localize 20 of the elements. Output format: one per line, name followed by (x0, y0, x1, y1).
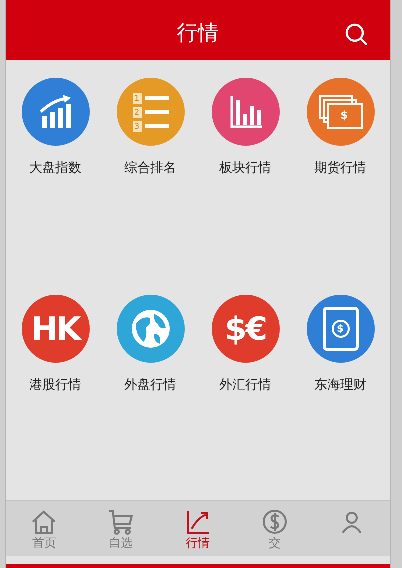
rank-number: 1 (132, 92, 142, 104)
icon-letters: $€ (224, 313, 266, 345)
icon-letters: HK (31, 313, 80, 345)
menu-tile[interactable]: $ 期货行情 (293, 78, 388, 283)
cart-icon (107, 508, 136, 536)
menu-tile[interactable]: 大盘指数 (8, 78, 103, 283)
coin-sign: $ (332, 320, 350, 338)
rank-number: 2 (132, 106, 142, 118)
menu-tile[interactable]: 外盘行情 (103, 295, 198, 500)
page-title: 行情 (177, 20, 219, 48)
dollar-icon (260, 508, 289, 536)
rank-number: 3 (132, 120, 142, 132)
search-icon[interactable] (344, 22, 370, 48)
menu-tile[interactable]: HK 港股行情 (8, 295, 103, 500)
dollar-sign: $ (340, 108, 348, 124)
menu-tile[interactable]: $€ 外汇行情 (198, 295, 293, 500)
tab-item[interactable]: 行情 (160, 508, 236, 550)
menu-tile[interactable]: 板块行情 (198, 78, 293, 283)
menu-tile[interactable]: 1 2 3 综合排名 (103, 78, 198, 283)
menu-tile[interactable]: $ 东海理财 (293, 295, 388, 500)
